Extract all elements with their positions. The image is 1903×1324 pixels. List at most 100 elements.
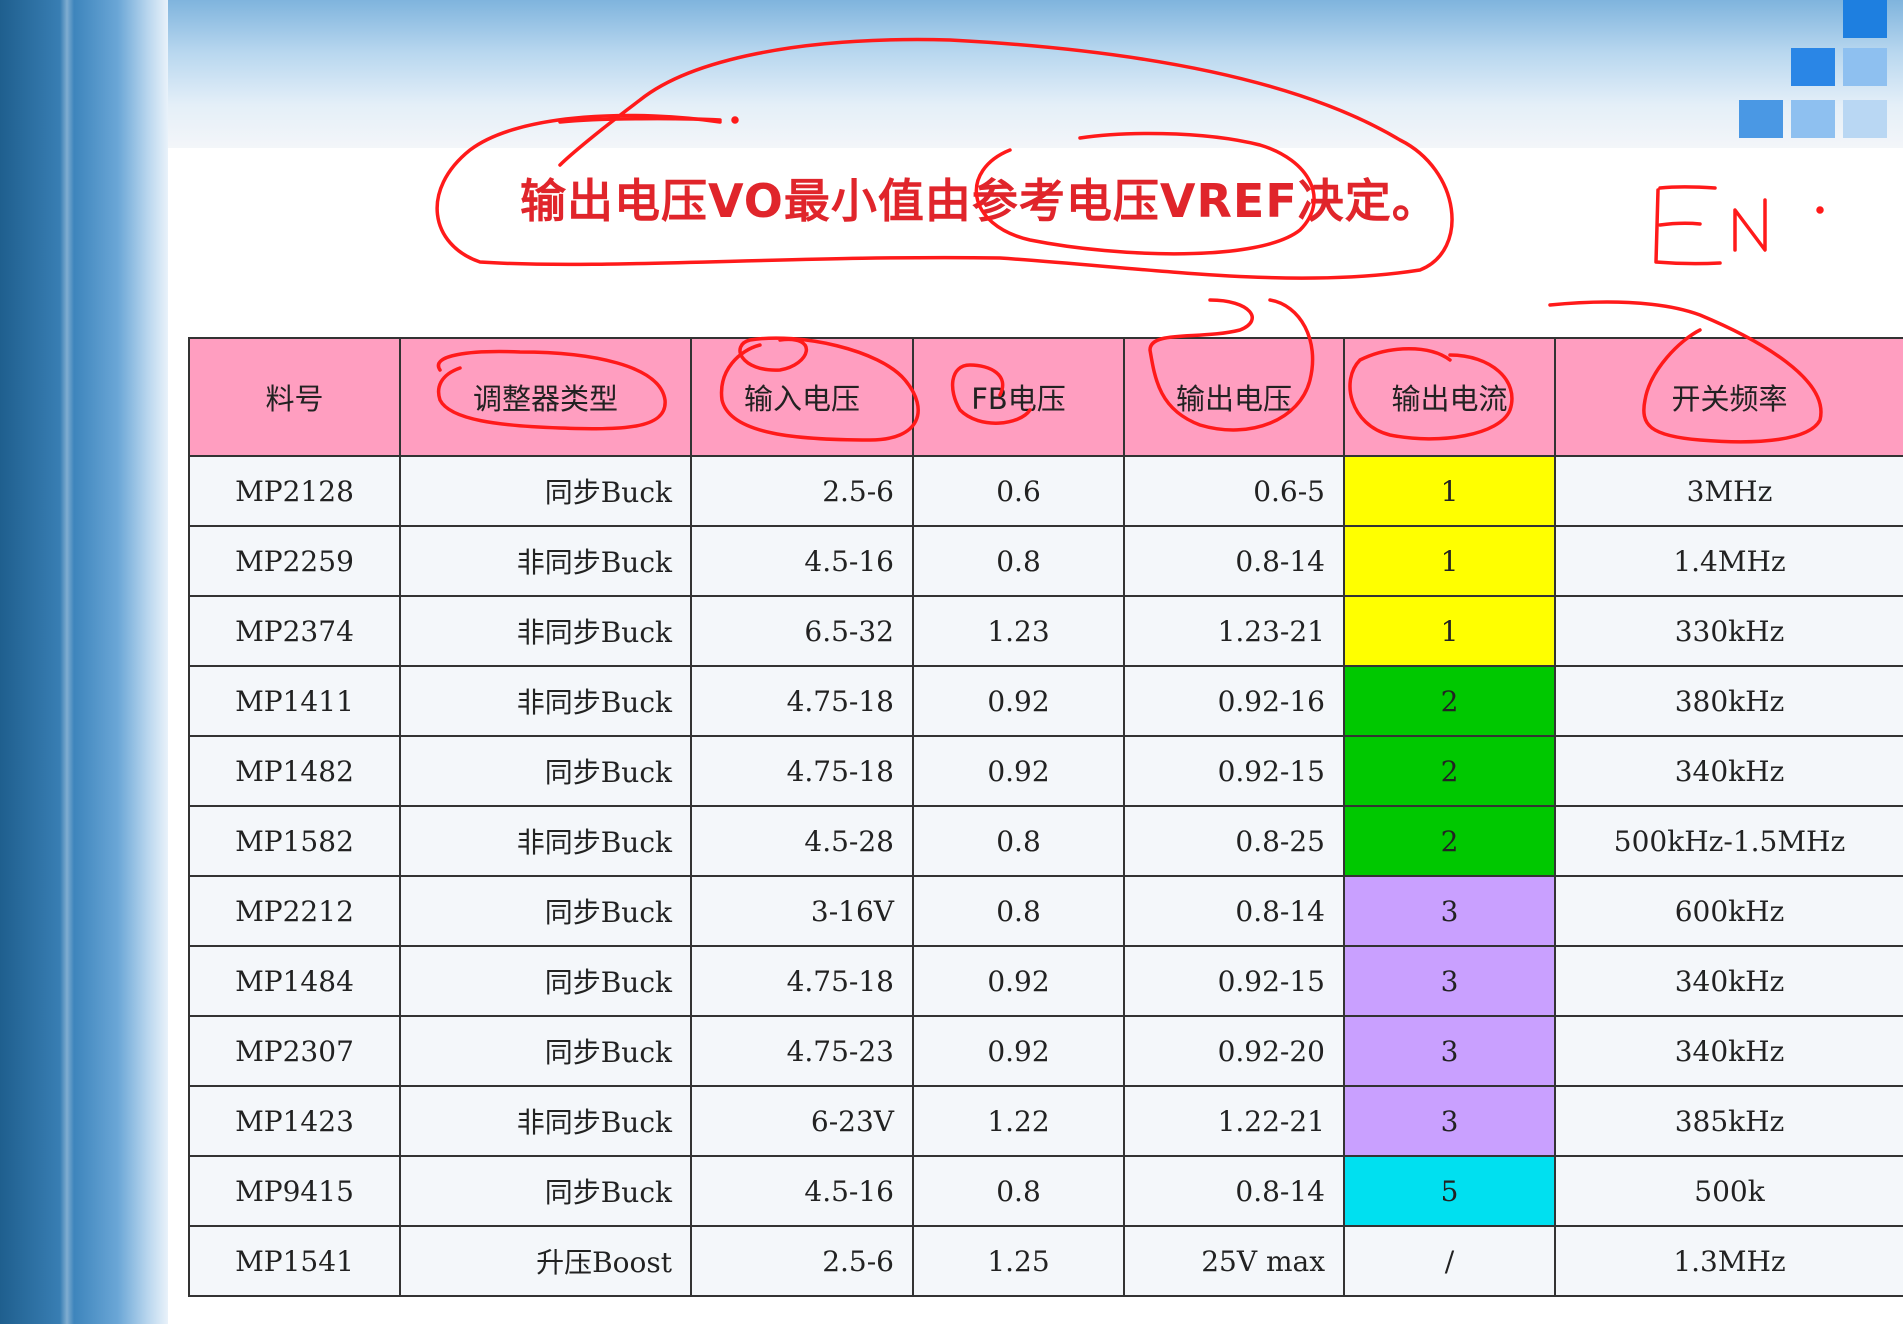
cell-fb-voltage: 1.25 — [912, 1225, 1125, 1297]
cell-fb-voltage: 0.92 — [912, 1015, 1125, 1087]
cell-regulator-type: 同步Buck — [399, 1015, 692, 1087]
cell-input-voltage: 6.5-32 — [690, 595, 914, 667]
cell-part-number: MP2259 — [188, 525, 401, 597]
cell-output-current: 2 — [1343, 665, 1556, 737]
table-row: MP1582 非同步Buck 4.5-28 0.8 0.8-25 2 500kHz-1.5M… — [188, 805, 1903, 877]
cell-fb-voltage: 1.23 — [912, 595, 1125, 667]
cell-part-number: MP1411 — [188, 665, 401, 737]
cell-input-voltage: 6-23V — [690, 1085, 914, 1157]
cell-part-number: MP1423 — [188, 1085, 401, 1157]
cell-fb-voltage: 0.8 — [912, 525, 1125, 597]
cell-input-voltage: 2.5-6 — [690, 1225, 914, 1297]
cell-part-number: MP2307 — [188, 1015, 401, 1087]
cell-regulator-type: 同步Buck — [399, 1155, 692, 1227]
slide-title: 输出电压VO最小值由参考电压VREF决定。 — [520, 174, 1439, 228]
cell-switching-frequency: 500k — [1554, 1155, 1903, 1227]
table-row: MP1484 同步Buck 4.75-18 0.92 0.92-15 3 340kHz — [188, 945, 1903, 1017]
cell-output-voltage: 1.22-21 — [1123, 1085, 1345, 1157]
cell-part-number: MP2128 — [188, 455, 401, 527]
table-row: MP2374 非同步Buck 6.5-32 1.23 1.23-21 1 330kHz — [188, 595, 1903, 667]
cell-input-voltage: 4.5-28 — [690, 805, 914, 877]
cell-fb-voltage: 0.92 — [912, 735, 1125, 807]
cell-switching-frequency: 500kHz-1.5MHz — [1554, 805, 1903, 877]
cell-input-voltage: 4.75-18 — [690, 735, 914, 807]
cell-fb-voltage: 0.6 — [912, 455, 1125, 527]
cell-output-current: 1 — [1343, 595, 1556, 667]
header-fb-voltage: FB电压 — [912, 337, 1125, 457]
table-row: MP1423 非同步Buck 6-23V 1.22 1.22-21 3 385kHz — [188, 1085, 1903, 1157]
cell-switching-frequency: 600kHz — [1554, 875, 1903, 947]
cell-part-number: MP1484 — [188, 945, 401, 1017]
cell-switching-frequency: 380kHz — [1554, 665, 1903, 737]
cell-switching-frequency: 1.3MHz — [1554, 1225, 1903, 1297]
cell-output-voltage: 0.8-14 — [1123, 525, 1345, 597]
cell-output-current: 3 — [1343, 1015, 1556, 1087]
table-row: MP1541 升压Boost 2.5-6 1.25 25V max/1.3MHz — [188, 1225, 1903, 1297]
cell-output-voltage: 0.92-15 — [1123, 945, 1345, 1017]
cell-regulator-type: 同步Buck — [399, 735, 692, 807]
logo-squares-decoration — [1733, 0, 1903, 150]
cell-switching-frequency: 340kHz — [1554, 735, 1903, 807]
cell-switching-frequency: 340kHz — [1554, 945, 1903, 1017]
cell-output-voltage: 0.92-15 — [1123, 735, 1345, 807]
cell-output-current: 3 — [1343, 875, 1556, 947]
regulator-spec-table: 料号 调整器类型 输入电压 FB电压 输出电压 输出电流 开关频率 MP2128… — [188, 337, 1903, 1297]
table-row: MP2128 同步Buck 2.5-6 0.6 0.6-5 1 3MHz — [188, 455, 1903, 527]
cell-output-current: 2 — [1343, 805, 1556, 877]
cell-input-voltage: 4.5-16 — [690, 1155, 914, 1227]
table-row: MP2307 同步Buck 4.75-23 0.92 0.92-20 3 340kHz — [188, 1015, 1903, 1087]
slide-left-decoration — [0, 0, 168, 1324]
cell-part-number: MP1482 — [188, 735, 401, 807]
cell-input-voltage: 4.75-23 — [690, 1015, 914, 1087]
cell-output-current: 3 — [1343, 1085, 1556, 1157]
table-row: MP2259 非同步Buck 4.5-16 0.8 0.8-14 1 1.4MHz — [188, 525, 1903, 597]
slide-top-band — [168, 0, 1903, 150]
cell-input-voltage: 4.75-18 — [690, 945, 914, 1017]
cell-output-voltage: 1.23-21 — [1123, 595, 1345, 667]
header-switching-frequency: 开关频率 — [1554, 337, 1903, 457]
cell-fb-voltage: 0.92 — [912, 945, 1125, 1017]
cell-part-number: MP2212 — [188, 875, 401, 947]
header-output-voltage: 输出电压 — [1123, 337, 1345, 457]
cell-input-voltage: 4.75-18 — [690, 665, 914, 737]
header-part-number: 料号 — [188, 337, 401, 457]
cell-fb-voltage: 1.22 — [912, 1085, 1125, 1157]
header-output-current: 输出电流 — [1343, 337, 1556, 457]
cell-output-voltage: 0.8-14 — [1123, 875, 1345, 947]
cell-output-current: 3 — [1343, 945, 1556, 1017]
cell-input-voltage: 4.5-16 — [690, 525, 914, 597]
cell-output-voltage: 0.92-16 — [1123, 665, 1345, 737]
cell-regulator-type: 非同步Buck — [399, 525, 692, 597]
cell-regulator-type: 非同步Buck — [399, 595, 692, 667]
cell-part-number: MP1541 — [188, 1225, 401, 1297]
cell-fb-voltage: 0.8 — [912, 805, 1125, 877]
cell-switching-frequency: 1.4MHz — [1554, 525, 1903, 597]
cell-output-voltage: 0.8-14 — [1123, 1155, 1345, 1227]
table-row: MP9415 同步Buck 4.5-16 0.8 0.8-14 5 500k — [188, 1155, 1903, 1227]
cell-input-voltage: 3-16V — [690, 875, 914, 947]
cell-switching-frequency: 3MHz — [1554, 455, 1903, 527]
table-row: MP1411 非同步Buck 4.75-18 0.92 0.92-16 2 380kHz — [188, 665, 1903, 737]
cell-part-number: MP2374 — [188, 595, 401, 667]
cell-output-current: / — [1343, 1225, 1556, 1297]
cell-switching-frequency: 340kHz — [1554, 1015, 1903, 1087]
cell-part-number: MP9415 — [188, 1155, 401, 1227]
cell-output-current: 1 — [1343, 525, 1556, 597]
cell-regulator-type: 非同步Buck — [399, 665, 692, 737]
cell-regulator-type: 同步Buck — [399, 945, 692, 1017]
cell-switching-frequency: 330kHz — [1554, 595, 1903, 667]
cell-fb-voltage: 0.8 — [912, 1155, 1125, 1227]
cell-output-voltage: 0.8-25 — [1123, 805, 1345, 877]
cell-regulator-type: 非同步Buck — [399, 1085, 692, 1157]
table-row: MP2212 同步Buck 3-16V 0.8 0.8-14 3 600kHz — [188, 875, 1903, 947]
cell-output-current: 2 — [1343, 735, 1556, 807]
cell-fb-voltage: 0.92 — [912, 665, 1125, 737]
cell-output-current: 1 — [1343, 455, 1556, 527]
cell-output-voltage: 25V max — [1123, 1225, 1345, 1297]
cell-regulator-type: 同步Buck — [399, 875, 692, 947]
cell-regulator-type: 非同步Buck — [399, 805, 692, 877]
cell-output-voltage: 0.6-5 — [1123, 455, 1345, 527]
cell-fb-voltage: 0.8 — [912, 875, 1125, 947]
header-regulator-type: 调整器类型 — [399, 337, 692, 457]
cell-regulator-type: 升压Boost — [399, 1225, 692, 1297]
